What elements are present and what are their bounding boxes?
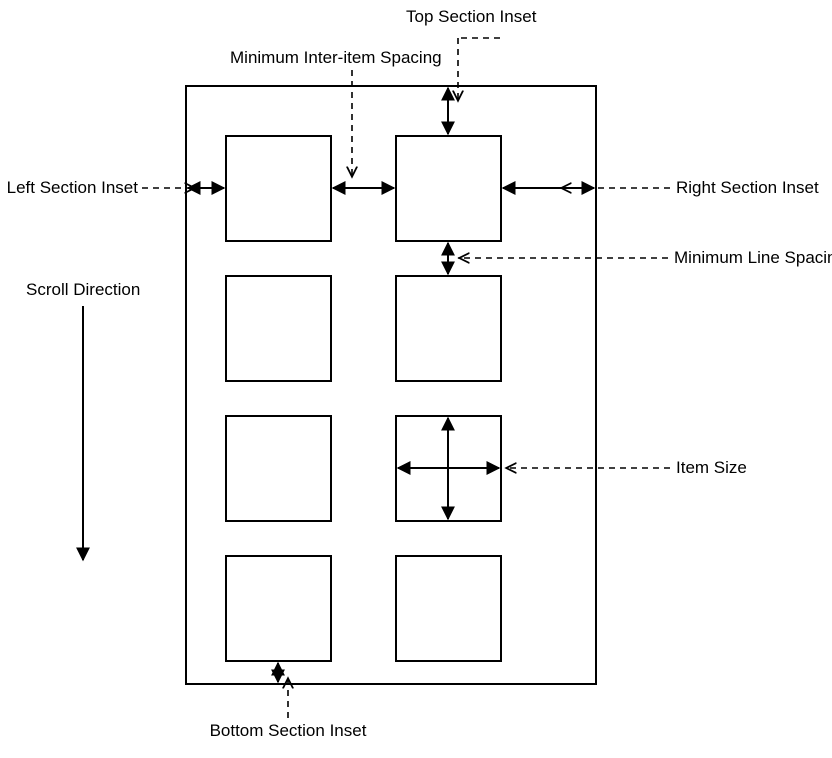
- item-cell: [226, 276, 331, 381]
- label-min-inter-item-spacing: Minimum Inter-item Spacing: [230, 48, 442, 67]
- item-cell: [396, 136, 501, 241]
- labels-group: Top Section Inset Minimum Inter-item Spa…: [7, 7, 832, 740]
- layout-diagram: Top Section Inset Minimum Inter-item Spa…: [0, 0, 832, 758]
- container-rect: [186, 86, 596, 684]
- item-cell: [226, 136, 331, 241]
- label-top-section-inset: Top Section Inset: [406, 7, 537, 26]
- label-right-section-inset: Right Section Inset: [676, 178, 819, 197]
- label-scroll-direction: Scroll Direction: [26, 280, 140, 299]
- item-cell: [396, 556, 501, 661]
- label-left-section-inset: Left Section Inset: [7, 178, 139, 197]
- label-bottom-section-inset: Bottom Section Inset: [210, 721, 367, 740]
- grid-items: [226, 136, 501, 661]
- label-min-line-spacing: Minimum Line Spacing: [674, 248, 832, 267]
- dimension-arrows: [83, 88, 594, 682]
- label-item-size: Item Size: [676, 458, 747, 477]
- item-cell: [396, 276, 501, 381]
- item-cell: [226, 416, 331, 521]
- leader-lines: [142, 38, 670, 718]
- item-cell: [226, 556, 331, 661]
